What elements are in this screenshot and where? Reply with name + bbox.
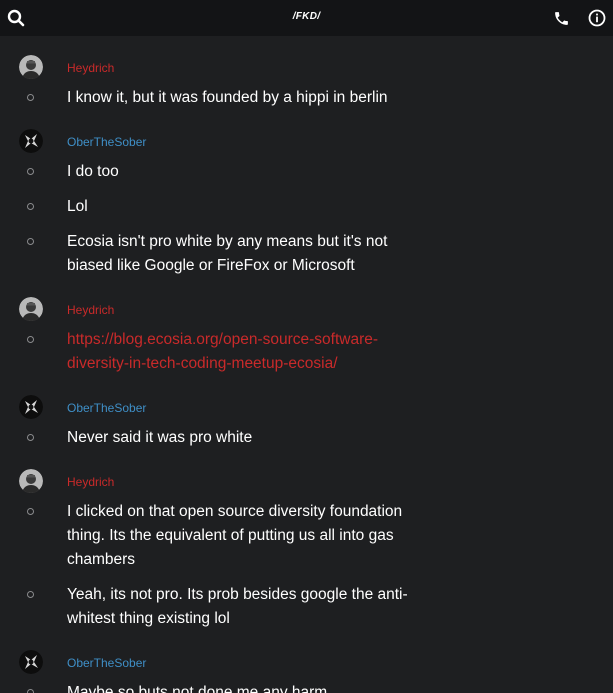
message-body: I clicked on that open source diversity … [67,503,403,568]
read-status-icon [27,689,34,693]
read-status-icon [27,238,34,245]
avatar[interactable] [19,650,43,674]
avatar[interactable] [19,469,43,493]
author-name[interactable]: Heydrich [67,450,613,489]
phone-icon[interactable] [549,6,573,30]
message-body: Lol [67,198,88,215]
avatar[interactable] [19,129,43,153]
avatar[interactable] [19,297,43,321]
top-bar: /FKD/ [0,0,613,36]
message-text: Maybe so buts not done me any harm [27,681,427,693]
message-group: OberTheSober Maybe so buts not done me an… [0,631,613,693]
message-text: I do too [27,160,427,184]
read-status-icon [27,168,34,175]
avatar[interactable] [19,55,43,79]
author-name[interactable]: Heydrich [67,36,613,75]
read-status-icon [27,94,34,101]
read-status-icon [27,434,34,441]
message-text: I know it, but it was founded by a hippi… [27,86,427,110]
message-body: I know it, but it was founded by a hippi… [67,89,388,106]
message-text: Ecosia isn't pro white by any means but … [27,230,427,278]
message-body: Maybe so buts not done me any harm [67,684,328,693]
avatar[interactable] [19,395,43,419]
message-group: OberTheSober I do too Lol Ecosia isn't pro … [0,110,613,278]
message-group: Heydrich https://blog.ecosia.org/open-sou… [0,278,613,376]
channel-title: /FKD/ [292,11,321,22]
message-text: I clicked on that open source diversity … [27,500,427,572]
read-status-icon [27,508,34,515]
message-body: Never said it was pro white [67,429,253,446]
message-body: Ecosia isn't pro white by any means but … [67,233,388,274]
read-status-icon [27,203,34,210]
author-name[interactable]: OberTheSober [67,376,613,415]
message-text: Yeah, its not pro. Its prob besides goog… [27,583,427,631]
message-group: OberTheSober Never said it was pro white [0,376,613,450]
author-name[interactable]: OberTheSober [67,110,613,149]
message-group: Heydrich I clicked on that open source di… [0,450,613,631]
message-group: Heydrich I know it, but it was founded by… [0,36,613,110]
message-body: I do too [67,163,119,180]
message-link[interactable]: https://blog.ecosia.org/open-source-soft… [27,328,427,376]
message-text: Lol [27,195,427,219]
message-text: Never said it was pro white [27,426,427,450]
message-body: Yeah, its not pro. Its prob besides goog… [67,586,408,627]
info-icon[interactable] [585,6,609,30]
author-name[interactable]: Heydrich [67,278,613,317]
read-status-icon [27,336,34,343]
read-status-icon [27,591,34,598]
message-list: Heydrich I know it, but it was founded by… [0,36,613,693]
author-name[interactable]: OberTheSober [67,631,613,670]
message-body: https://blog.ecosia.org/open-source-soft… [67,331,379,372]
